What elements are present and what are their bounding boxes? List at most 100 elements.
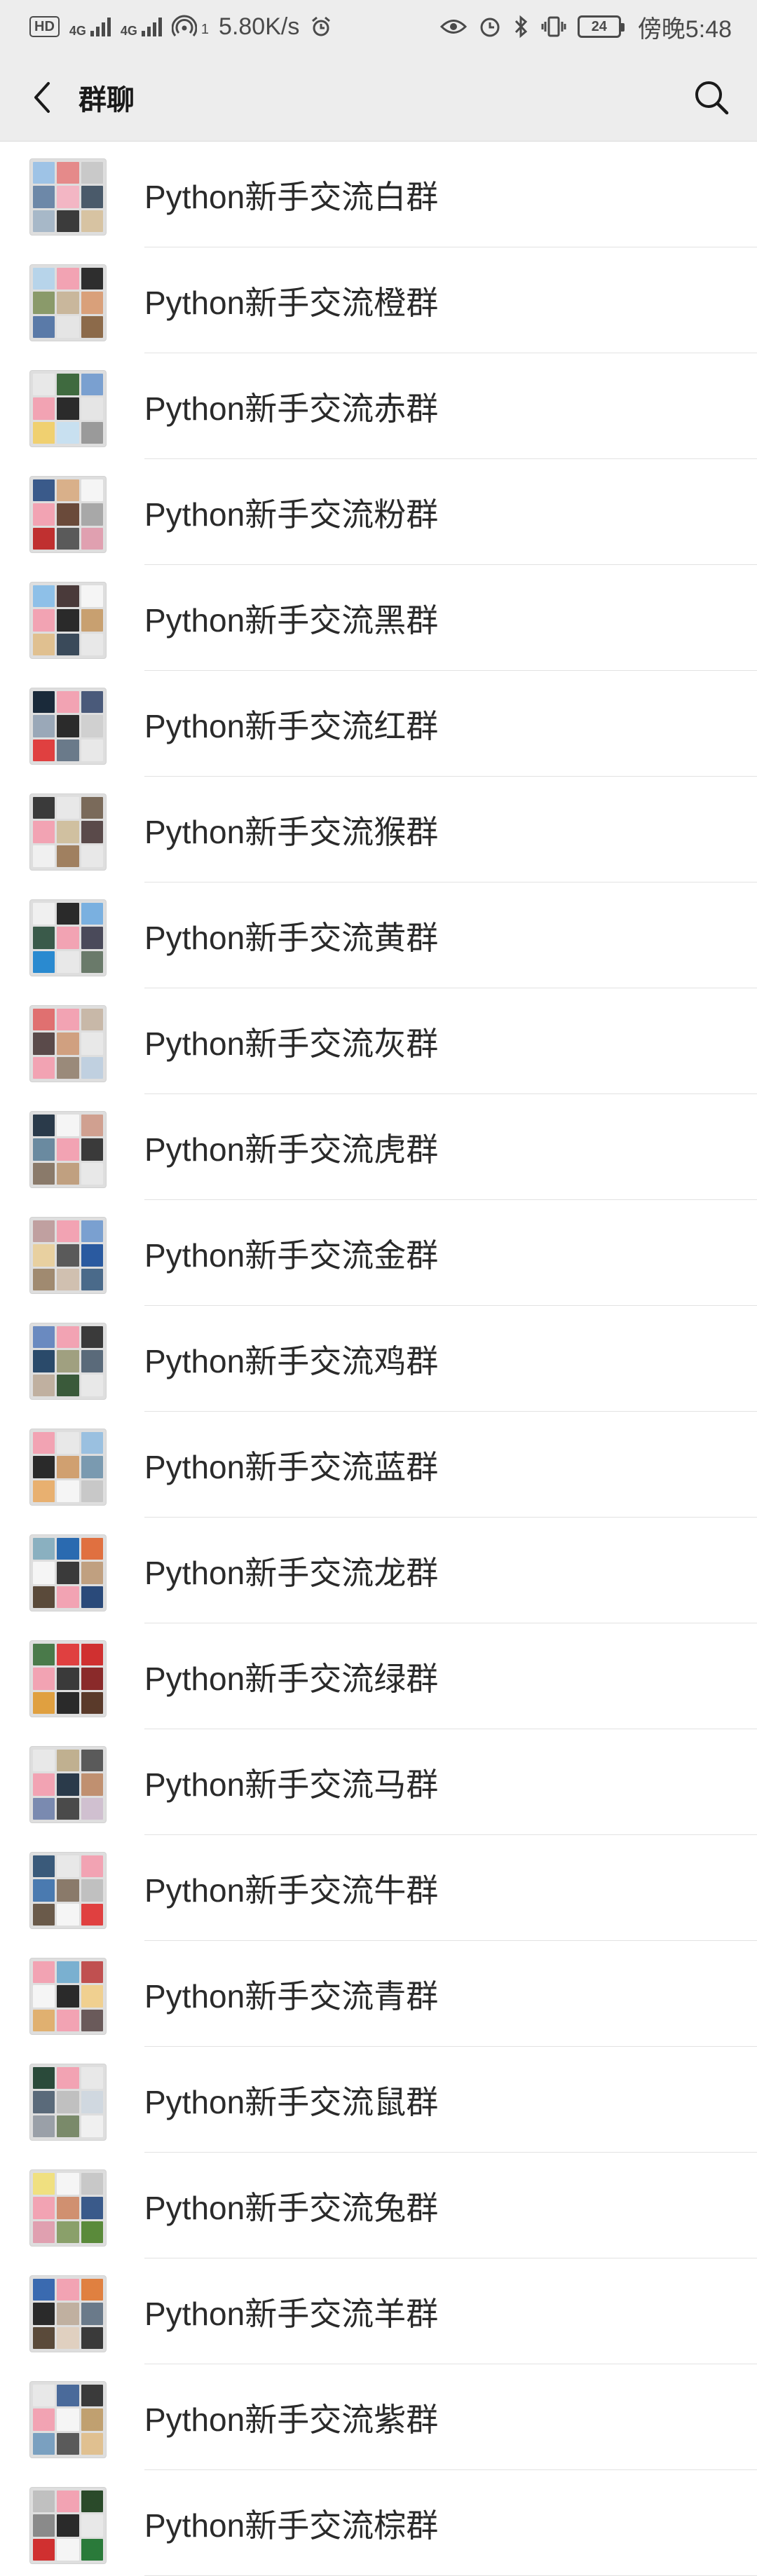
group-chat-item[interactable]: Python新手交流青群 (0, 1941, 757, 2047)
member-avatar-tile (33, 2490, 55, 2513)
member-avatar-tile (81, 2197, 103, 2219)
member-avatar-tile (57, 2091, 79, 2113)
member-avatar-tile (57, 1115, 79, 1137)
member-avatar-tile (57, 845, 79, 867)
member-avatar-tile (33, 1056, 55, 1079)
group-name: Python新手交流白群 (144, 178, 439, 215)
member-avatar-tile (81, 1244, 103, 1267)
group-chat-item[interactable]: Python新手交流绿群 (0, 1623, 757, 1729)
member-avatar-tile (33, 1009, 55, 1031)
member-avatar-tile (33, 1750, 55, 1772)
member-avatar-tile (33, 950, 55, 973)
member-avatar-tile (33, 927, 55, 949)
group-name: Python新手交流牛群 (144, 1872, 439, 1909)
member-avatar-tile (33, 2091, 55, 2113)
member-avatar-tile (33, 585, 55, 608)
alarm-clock-icon (312, 16, 331, 36)
member-avatar-tile (81, 397, 103, 420)
member-avatar-tile (81, 715, 103, 737)
group-chat-item[interactable]: Python新手交流白群 (0, 142, 757, 247)
page-title: 群聊 (79, 84, 135, 116)
member-avatar-tile (33, 2408, 55, 2431)
member-avatar-tile (33, 421, 55, 444)
member-avatar-tile (81, 292, 103, 314)
group-chat-list: Python新手交流白群 Python新手交流橙群 Python新手交流赤群 Pyth… (0, 142, 757, 2576)
member-avatar-tile (81, 315, 103, 338)
group-chat-item[interactable]: Python新手交流金群 (0, 1200, 757, 1306)
group-avatar (29, 370, 107, 447)
group-chat-item[interactable]: Python新手交流羊群 (0, 2258, 757, 2364)
member-avatar-tile (33, 292, 55, 314)
group-chat-item[interactable]: Python新手交流鸡群 (0, 1306, 757, 1412)
member-avatar-tile (33, 1961, 55, 1984)
member-avatar-tile (81, 2173, 103, 2195)
group-name: Python新手交流黄群 (144, 919, 439, 956)
member-avatar-tile (81, 845, 103, 867)
group-chat-item[interactable]: Python新手交流棕群 (0, 2470, 757, 2576)
member-avatar-tile (57, 210, 79, 232)
back-button[interactable] (24, 76, 60, 118)
group-chat-item[interactable]: Python新手交流黑群 (0, 565, 757, 671)
hotspot-icon (171, 15, 197, 36)
member-avatar-tile (33, 2197, 55, 2219)
member-avatar-tile (33, 1162, 55, 1185)
member-avatar-tile (81, 1056, 103, 1079)
network-speed: 5.80K/s (219, 13, 300, 40)
member-avatar-tile (57, 1644, 79, 1666)
group-chat-item[interactable]: Python新手交流赤群 (0, 353, 757, 459)
group-avatar (29, 1323, 107, 1400)
group-name: Python新手交流灰群 (144, 1025, 439, 1062)
group-name: Python新手交流黑群 (144, 601, 439, 639)
group-chat-item[interactable]: Python新手交流黄群 (0, 882, 757, 988)
group-chat-item[interactable]: Python新手交流兔群 (0, 2153, 757, 2258)
member-avatar-tile (81, 2385, 103, 2407)
group-avatar (29, 1534, 107, 1611)
member-avatar-tile (33, 1668, 55, 1690)
group-chat-item[interactable]: Python新手交流猴群 (0, 777, 757, 882)
member-avatar-tile (33, 739, 55, 761)
group-avatar (29, 1640, 107, 1717)
member-avatar-tile (57, 1268, 79, 1290)
search-button[interactable] (687, 73, 736, 122)
group-chat-item[interactable]: Python新手交流马群 (0, 1729, 757, 1835)
group-chat-item[interactable]: Python新手交流灰群 (0, 988, 757, 1094)
group-chat-item[interactable]: Python新手交流牛群 (0, 1835, 757, 1941)
member-avatar-tile (57, 527, 79, 550)
member-avatar-tile (33, 1644, 55, 1666)
member-avatar-tile (33, 2538, 55, 2561)
member-avatar-tile (81, 950, 103, 973)
group-name: Python新手交流青群 (144, 1977, 439, 2015)
member-avatar-tile (57, 479, 79, 502)
group-avatar (29, 1217, 107, 1294)
group-name: Python新手交流猴群 (144, 813, 439, 850)
member-avatar-tile (81, 1903, 103, 1926)
group-name: Python新手交流虎群 (144, 1131, 439, 1168)
group-name: Python新手交流金群 (144, 1236, 439, 1274)
group-chat-item[interactable]: Python新手交流粉群 (0, 459, 757, 565)
member-avatar-tile (57, 1326, 79, 1349)
member-avatar-tile (57, 1432, 79, 1454)
group-chat-item[interactable]: Python新手交流龙群 (0, 1518, 757, 1623)
group-chat-item[interactable]: Python新手交流橙群 (0, 247, 757, 353)
member-avatar-tile (33, 1138, 55, 1161)
member-avatar-tile (81, 1033, 103, 1055)
member-avatar-tile (81, 162, 103, 184)
member-avatar-tile (81, 527, 103, 550)
group-chat-item[interactable]: Python新手交流红群 (0, 671, 757, 777)
member-avatar-tile (81, 503, 103, 526)
member-avatar-tile (33, 2303, 55, 2325)
member-avatar-tile (81, 2091, 103, 2113)
group-chat-item[interactable]: Python新手交流紫群 (0, 2364, 757, 2470)
member-avatar-tile (57, 2009, 79, 2031)
group-chat-item[interactable]: Python新手交流虎群 (0, 1094, 757, 1200)
member-avatar-tile (81, 186, 103, 208)
group-chat-item[interactable]: Python新手交流蓝群 (0, 1412, 757, 1518)
group-name: Python新手交流马群 (144, 1766, 439, 1803)
member-avatar-tile (81, 1691, 103, 1714)
group-avatar (29, 2169, 107, 2247)
group-chat-item[interactable]: Python新手交流鼠群 (0, 2047, 757, 2153)
group-name: Python新手交流羊群 (144, 2295, 439, 2332)
member-avatar-tile (57, 1033, 79, 1055)
member-avatar-tile (81, 609, 103, 632)
member-avatar-tile (33, 691, 55, 714)
